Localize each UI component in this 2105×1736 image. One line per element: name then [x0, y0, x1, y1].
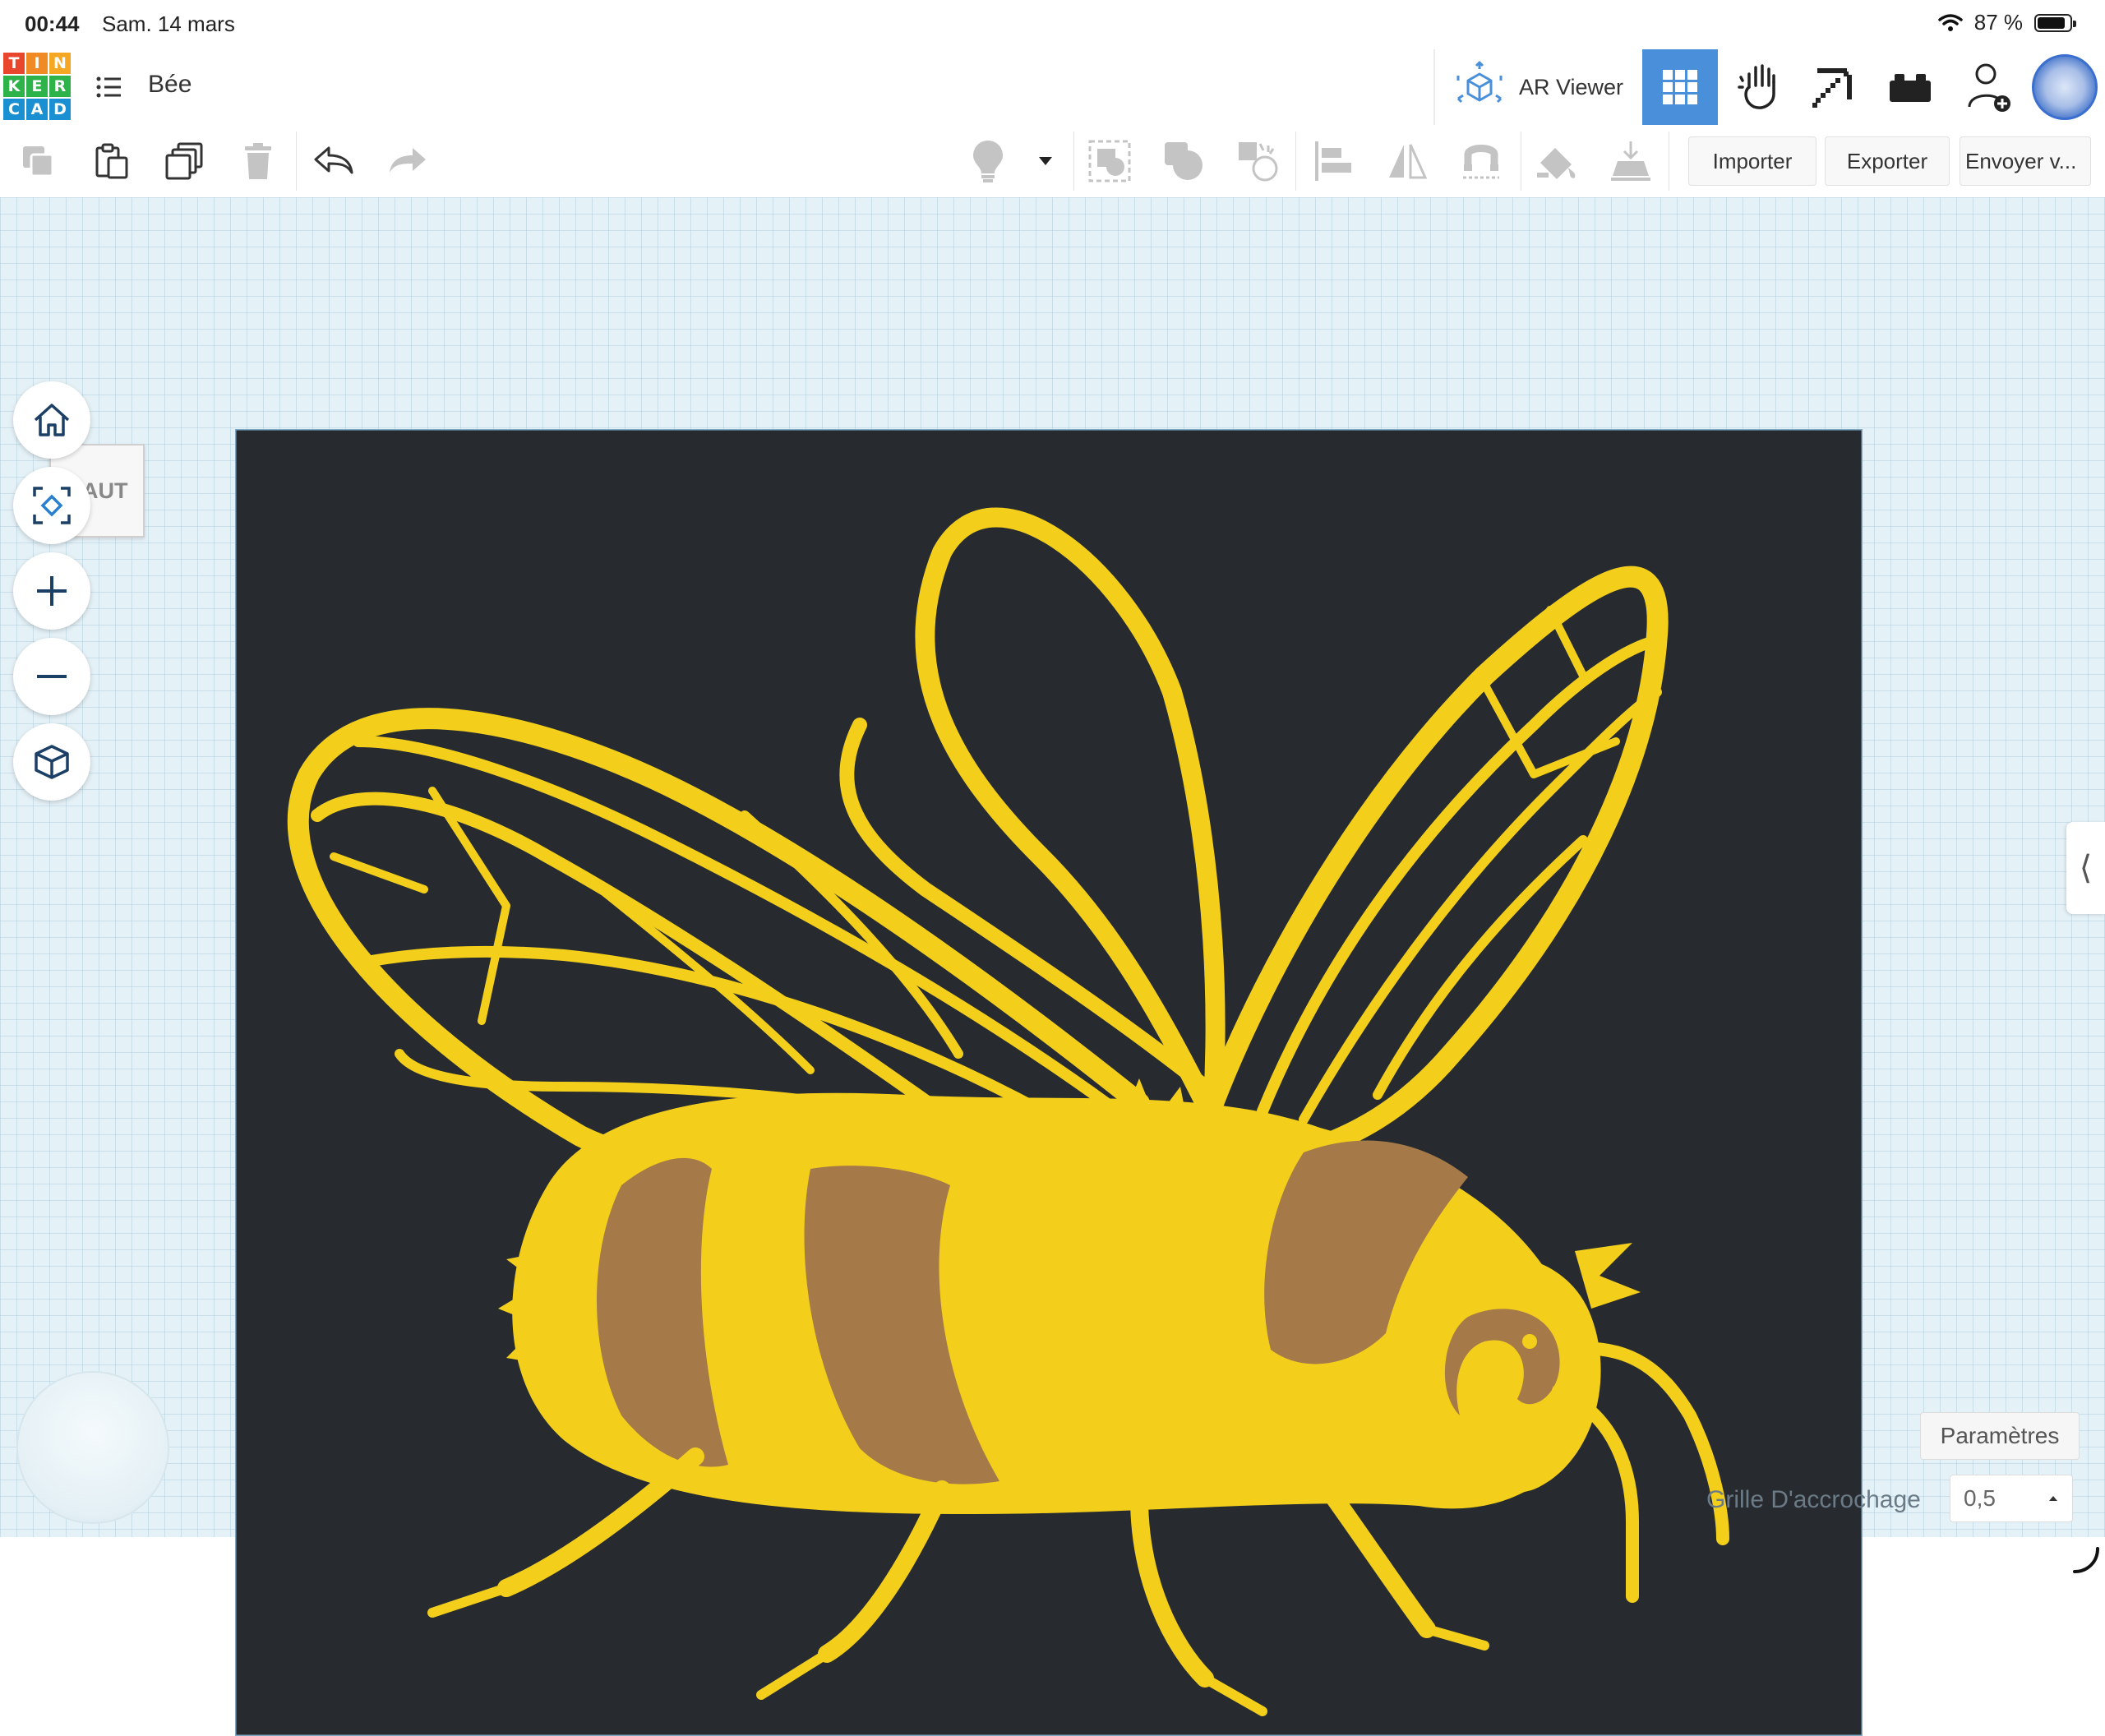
app-header: T I N K E R C A D Bée AR Viewer: [0, 49, 2105, 127]
align-button[interactable]: [1309, 136, 1358, 186]
toolbar-separator: [1295, 132, 1296, 191]
logo-letter: I: [26, 53, 48, 74]
minecraft-button[interactable]: [1797, 49, 1872, 125]
copy-button[interactable]: [13, 136, 62, 186]
hole-shape-icon: [1239, 142, 1278, 182]
paste-icon: [95, 143, 128, 179]
duplicate-button[interactable]: [159, 136, 209, 186]
toolbar-separator: [1073, 132, 1074, 191]
blocks-hand-button[interactable]: [1721, 49, 1797, 125]
copy-icon: [23, 146, 54, 178]
edit-toolbar: Importer Exporter Envoyer v...: [0, 125, 2105, 198]
duplicate-icon: [165, 142, 203, 180]
redo-button[interactable]: [383, 136, 432, 186]
status-bar: 00:44 Sam. 14 mars 87 %: [0, 0, 2105, 49]
panel-collapse-tab[interactable]: ⟨: [2066, 822, 2105, 914]
fit-view-icon: [33, 487, 71, 524]
logo-letter: K: [3, 76, 25, 97]
grid-view-button[interactable]: [1642, 49, 1718, 125]
export-button[interactable]: Exporter: [1825, 136, 1950, 186]
hole-shape-button[interactable]: [1233, 136, 1282, 186]
lightbulb-icon: [973, 141, 1003, 182]
home-icon: [34, 404, 70, 436]
settings-button[interactable]: Paramètres: [1920, 1412, 2080, 1460]
group-button[interactable]: [1085, 136, 1134, 186]
import-button[interactable]: Importer: [1688, 136, 1816, 186]
project-title[interactable]: Bée: [148, 71, 192, 99]
status-date: Sam. 14 mars: [102, 12, 235, 36]
home-view-button[interactable]: [13, 381, 90, 459]
orbit-joystick[interactable]: [16, 1371, 169, 1524]
snap-grid-select[interactable]: 0,5: [1950, 1475, 2073, 1522]
paint-bucket-icon: [1537, 148, 1576, 179]
fit-view-button[interactable]: [13, 467, 90, 544]
group-icon: [1088, 140, 1131, 182]
delete-button[interactable]: [233, 136, 283, 186]
ar-cube-icon: [1456, 61, 1503, 104]
list-menu-icon[interactable]: [92, 71, 125, 104]
pickaxe-icon: [1812, 68, 1852, 108]
snap-grid-value: 0,5: [1964, 1485, 1996, 1511]
redo-icon: [390, 148, 426, 173]
chevron-left-icon: ⟨: [2079, 850, 2093, 886]
brick-icon: [1890, 74, 1931, 102]
paint-button[interactable]: [1532, 136, 1581, 186]
perspective-cube-icon: [35, 745, 69, 779]
caret-up-icon: [2049, 1496, 2057, 1501]
minus-icon: [37, 675, 67, 678]
undo-icon: [314, 146, 353, 174]
ar-viewer-label: AR Viewer: [1519, 74, 1624, 99]
magnet-icon: [1463, 145, 1499, 179]
drop-button[interactable]: [1606, 136, 1655, 186]
user-avatar[interactable]: [2032, 54, 2098, 120]
logo-letter: N: [49, 53, 71, 74]
cruise-button[interactable]: [1456, 136, 1506, 186]
toolbar-separator: [296, 132, 297, 191]
mirror-button[interactable]: [1383, 136, 1432, 186]
paste-button[interactable]: [87, 136, 136, 186]
perspective-button[interactable]: [13, 723, 90, 801]
plus-icon: [37, 576, 67, 606]
logo-letter: D: [49, 99, 71, 120]
status-time: 00:44: [25, 12, 80, 36]
logo-letter: C: [3, 99, 25, 120]
add-user-icon: [1968, 63, 2010, 112]
snap-grid-label: Grille D'accrochage: [1706, 1486, 1921, 1513]
mirror-icon: [1389, 144, 1428, 179]
solid-shape-button[interactable]: [1159, 136, 1208, 186]
logo-letter: R: [49, 76, 71, 97]
notes-dropdown-button[interactable]: [1026, 136, 1065, 186]
ar-viewer-button[interactable]: AR Viewer: [1455, 58, 1623, 117]
logo-letter: E: [26, 76, 48, 97]
trash-icon: [245, 143, 271, 179]
header-divider: [1433, 49, 1435, 125]
grid-view-icon: [1663, 70, 1697, 104]
solid-shape-icon: [1165, 142, 1203, 180]
undo-button[interactable]: [309, 136, 358, 186]
notes-button[interactable]: [963, 136, 1013, 186]
drop-to-plane-icon: [1611, 141, 1650, 181]
tinkercad-logo[interactable]: T I N K E R C A D: [3, 53, 71, 120]
logo-letter: A: [26, 99, 48, 120]
battery-percent: 87 %: [1973, 10, 2023, 35]
wifi-icon: [1937, 13, 1963, 31]
resize-grip-icon: [2073, 1547, 2099, 1573]
zoom-out-button[interactable]: [13, 638, 90, 715]
caret-down-icon: [1039, 157, 1052, 165]
status-right: 87 %: [1937, 10, 2076, 35]
zoom-in-button[interactable]: [13, 552, 90, 630]
tinker-hand-icon: [1738, 64, 1775, 109]
bee-model-plate[interactable]: [235, 429, 1863, 1736]
send-to-button[interactable]: Envoyer v...: [1960, 136, 2091, 186]
battery-icon: [2034, 13, 2076, 32]
logo-letter: T: [3, 53, 25, 74]
add-user-button[interactable]: [1951, 49, 2027, 125]
align-icon: [1315, 141, 1351, 181]
workplane[interactable]: HAUT ⟨ Paramètres Grille D'accrochage 0,…: [0, 197, 2105, 1736]
lego-button[interactable]: [1872, 49, 1948, 125]
